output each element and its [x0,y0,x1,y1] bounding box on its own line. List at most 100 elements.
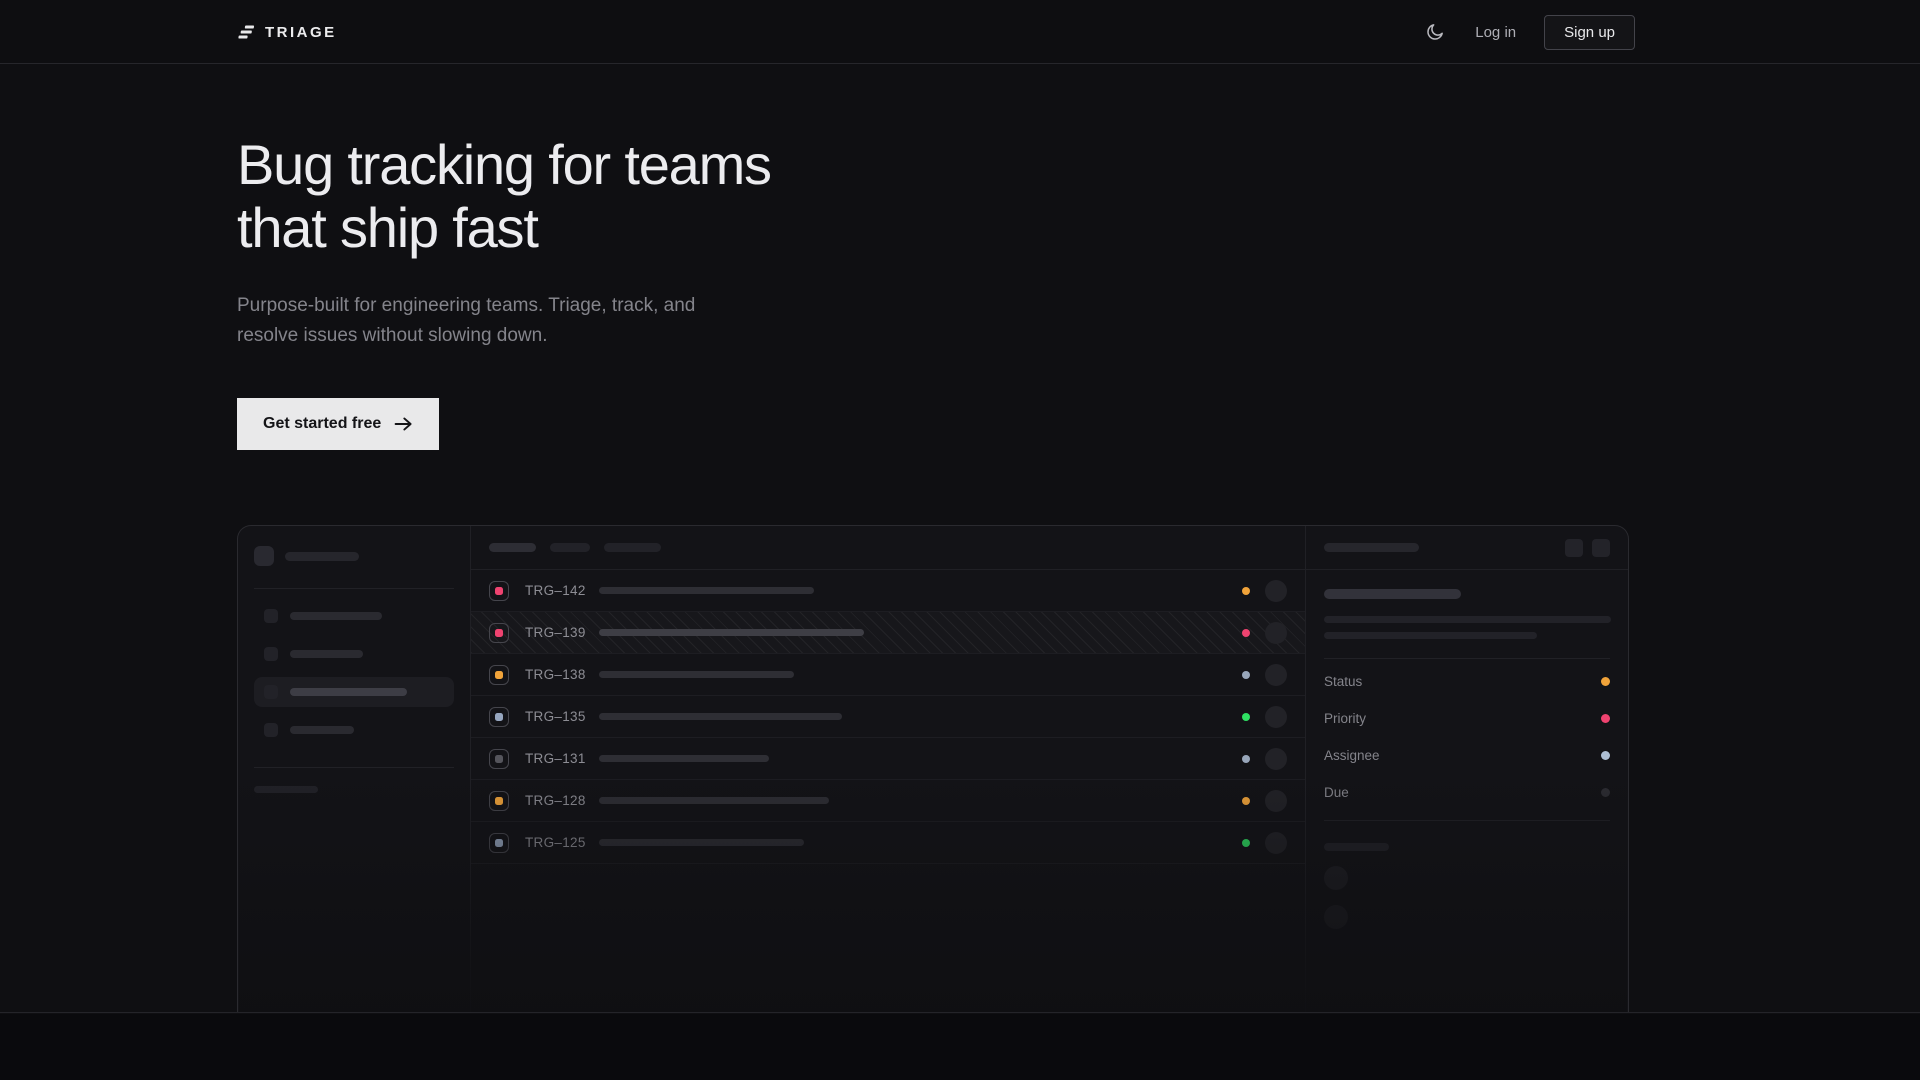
detail-fields: Status Priority Assignee Due [1324,663,1610,811]
issue-type-icon [489,791,509,811]
sidebar-nav-item [254,639,454,669]
nav-icon-skeleton [264,647,278,661]
issue-row: TRG–135 [471,696,1305,738]
sidebar-divider [254,588,454,589]
signup-button[interactable]: Sign up [1544,15,1635,50]
issue-id: TRG–142 [525,583,587,598]
status-dot [1242,839,1250,847]
nav-label-skeleton [290,612,382,620]
workspace-switcher-skeleton [254,546,454,566]
issue-type-icon [489,623,509,643]
assignee-avatar [1265,790,1287,812]
panel-title-skeleton [1324,543,1419,552]
issue-id: TRG–125 [525,835,587,850]
logo[interactable]: TRIAGE [237,0,337,64]
assignee-avatar [1265,664,1287,686]
sidebar-section-label-skeleton [254,786,318,793]
issue-row: TRG–125 [471,822,1305,864]
sidebar-divider [254,767,454,768]
issue-list-column: TRG–142 TRG–139 TRG–138 TRG–135 TRG–131 [471,526,1306,1013]
arrow-right-icon [394,416,413,432]
issue-title-skeleton [599,587,814,594]
comment-avatar-skeleton [1324,866,1348,890]
field-label: Due [1324,785,1349,800]
field-value-dot [1601,751,1610,760]
issue-id: TRG–138 [525,667,587,682]
status-dot [1242,629,1250,637]
cta-label: Get started free [263,415,381,433]
detail-panel: Status Priority Assignee Due [1306,526,1628,1013]
issue-row: TRG–142 [471,570,1305,612]
sidebar-nav-item [254,601,454,631]
assignee-avatar [1265,706,1287,728]
field-value-dot [1601,677,1610,686]
issue-id: TRG–135 [525,709,587,724]
nav-icon-skeleton [264,723,278,737]
field-label: Assignee [1324,748,1380,763]
status-dot [1242,713,1250,721]
tab-skeleton [550,543,590,552]
panel-header [1306,526,1628,570]
issue-id: TRG–128 [525,793,587,808]
mockup-sidebar [238,526,471,1013]
navbar: TRIAGE Log in Sign up [0,0,1920,64]
issue-title-skeleton [599,713,842,720]
workspace-name-skeleton [285,552,359,561]
panel-body: Status Priority Assignee Due [1306,570,1628,929]
login-link[interactable]: Log in [1475,24,1516,41]
issue-title-skeleton [599,755,769,762]
description-skeleton [1324,616,1611,623]
nav-label-skeleton [290,650,363,658]
status-dot [1242,671,1250,679]
hero-section: Bug tracking for teams that ship fast Pu… [0,64,1920,1013]
nav-icon-skeleton [264,685,278,699]
moon-icon [1425,22,1445,42]
panel-divider [1324,820,1610,821]
detail-field-row: Due [1324,774,1610,811]
issue-id: TRG–139 [525,625,587,640]
issue-title-skeleton [599,839,804,846]
issue-title-skeleton [1324,589,1461,599]
tab-skeleton-active [489,543,536,552]
status-dot [1242,587,1250,595]
page-footer [0,1014,1920,1080]
detail-field-row: Priority [1324,700,1610,737]
list-tabs-skeleton [471,526,1305,570]
field-value-dot [1601,714,1610,723]
app-mockup: TRG–142 TRG–139 TRG–138 TRG–135 TRG–131 [237,525,1629,1013]
issue-title-skeleton [599,797,829,804]
issue-title-skeleton [599,671,794,678]
nav-label-skeleton [290,688,407,696]
detail-field-row: Assignee [1324,737,1610,774]
brand-name: TRIAGE [265,24,337,41]
issue-row: TRG–128 [471,780,1305,822]
issue-type-icon [489,749,509,769]
logo-icon [237,23,255,41]
sidebar-nav-item [254,715,454,745]
issue-row: TRG–139 [471,612,1305,654]
panel-action-skeleton [1592,539,1610,557]
issue-type-icon [489,581,509,601]
theme-toggle-button[interactable] [1423,20,1447,44]
get-started-button[interactable]: Get started free [237,398,439,450]
nav-icon-skeleton [264,609,278,623]
description-skeleton [1324,632,1537,639]
issue-type-icon [489,707,509,727]
sidebar-nav-item-active [254,677,454,707]
issue-type-icon [489,665,509,685]
assignee-avatar [1265,580,1287,602]
issue-list: TRG–142 TRG–139 TRG–138 TRG–135 TRG–131 [471,570,1305,864]
assignee-avatar [1265,748,1287,770]
field-label: Status [1324,674,1362,689]
detail-field-row: Status [1324,663,1610,700]
tab-skeleton [604,543,661,552]
issue-title-skeleton [599,629,864,636]
assignee-avatar [1265,832,1287,854]
issue-type-icon [489,833,509,853]
nav-actions: Log in Sign up [1423,0,1635,64]
assignee-avatar [1265,622,1287,644]
issue-row: TRG–131 [471,738,1305,780]
issue-row: TRG–138 [471,654,1305,696]
hero-title: Bug tracking for teams that ship fast [237,133,771,259]
panel-divider [1324,658,1610,659]
